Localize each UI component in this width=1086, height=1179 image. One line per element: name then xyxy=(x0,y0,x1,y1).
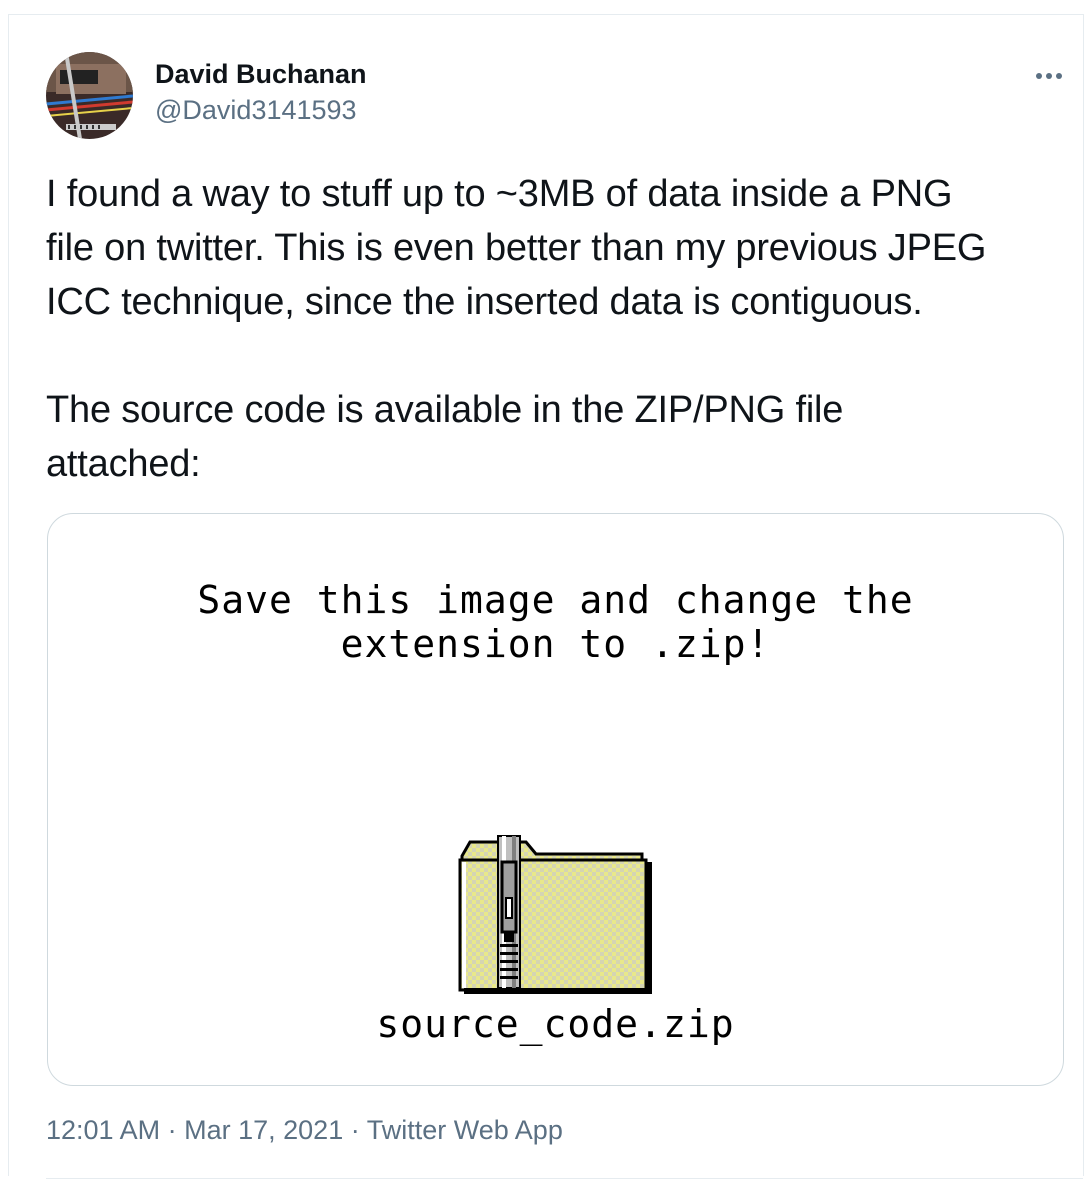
attached-image[interactable]: Save this image and change the extension… xyxy=(47,513,1064,1086)
meta-separator: · xyxy=(167,1115,177,1145)
more-dots-icon xyxy=(1036,73,1062,79)
tweet-meta: 12:01 AM · Mar 17, 2021 · Twitter Web Ap… xyxy=(46,1115,563,1146)
more-options-button[interactable] xyxy=(1029,61,1069,91)
zip-folder-icon xyxy=(458,835,652,994)
tweet-paragraph: The source code is available in the ZIP/… xyxy=(46,389,844,485)
image-caption-text: Save this image and change the extension… xyxy=(197,578,914,666)
avatar[interactable] xyxy=(46,52,133,139)
meta-separator: · xyxy=(350,1115,360,1145)
tweet-source-link[interactable]: Twitter Web App xyxy=(367,1115,563,1145)
avatar-image xyxy=(46,52,133,139)
tweet-time-link[interactable]: 12:01 AM xyxy=(46,1115,160,1145)
tweet-date-link[interactable]: Mar 17, 2021 xyxy=(184,1115,343,1145)
tweet-card: David Buchanan @David3141593 I found a w… xyxy=(8,14,1084,1179)
zip-filename: source_code.zip xyxy=(376,1002,735,1046)
tweet-text: I found a way to stuff up to ~3MB of dat… xyxy=(46,167,1056,491)
author-name[interactable]: David Buchanan xyxy=(155,59,367,90)
author-handle[interactable]: @David3141593 xyxy=(155,95,357,126)
tweet-paragraph: I found a way to stuff up to ~3MB of dat… xyxy=(46,173,987,323)
